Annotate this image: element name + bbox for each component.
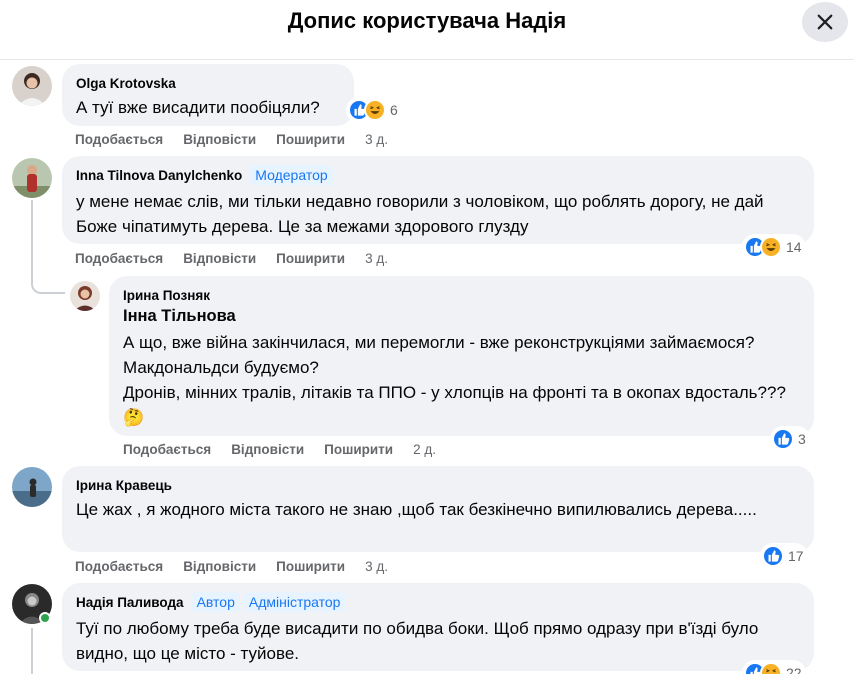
comment-timestamp[interactable]: 3 д.	[365, 132, 388, 147]
reaction-summary[interactable]: 14	[742, 234, 806, 260]
like-button[interactable]: Подобається	[75, 559, 163, 574]
online-status-indicator	[39, 612, 51, 624]
comment-timestamp[interactable]: 2 д.	[413, 442, 436, 457]
comment-text-line-2: Дронів, мінних тралів, літаків та ППО - …	[123, 383, 786, 427]
haha-icon	[760, 236, 782, 258]
comment-bubble: Ірина Позняк Інна Тільнова А що, вже вій…	[109, 276, 814, 436]
reply-button[interactable]: Відповісти	[183, 132, 256, 147]
reaction-count: 3	[798, 431, 806, 447]
comment-timestamp[interactable]: 3 д.	[365, 559, 388, 574]
reply-button[interactable]: Відповісти	[183, 251, 256, 266]
reaction-count: 6	[390, 102, 398, 118]
comment-text: Туї по любому треба буде висадити по оби…	[76, 619, 759, 663]
author-badge[interactable]: Автор	[191, 592, 240, 612]
share-button[interactable]: Поширити	[276, 251, 345, 266]
comment-actions: Подобається Відповісти Поширити 3 д.	[75, 249, 388, 267]
reaction-summary[interactable]: 6	[346, 97, 402, 123]
comment-author[interactable]: Надія Паливода	[76, 595, 184, 610]
comment-text: у мене немає слів, ми тільки недавно гов…	[76, 192, 764, 236]
avatar[interactable]	[70, 281, 100, 311]
reaction-summary[interactable]: 3	[770, 426, 810, 452]
reaction-count: 17	[788, 548, 804, 564]
comment-bubble: Ірина Кравець Це жах , я жодного міста т…	[62, 466, 814, 552]
avatar[interactable]	[12, 158, 52, 198]
admin-badge[interactable]: Адміністратор	[243, 592, 346, 612]
like-button[interactable]: Подобається	[75, 132, 163, 147]
reaction-count: 14	[786, 239, 802, 255]
like-button[interactable]: Подобається	[75, 251, 163, 266]
close-icon	[817, 14, 833, 30]
post-dialog-header: Допис користувача Надія	[0, 0, 854, 60]
reply-button[interactable]: Відповісти	[183, 559, 256, 574]
moderator-badge[interactable]: Модератор	[250, 165, 333, 185]
reaction-count: 22	[786, 665, 802, 674]
reaction-summary[interactable]: 17	[760, 543, 808, 569]
comment-author[interactable]: Olga Krotovska	[76, 76, 176, 91]
comment-author[interactable]: Ірина Кравець	[76, 478, 172, 493]
thread-connector	[31, 628, 33, 674]
haha-icon	[760, 662, 782, 674]
share-button[interactable]: Поширити	[276, 559, 345, 574]
comment-timestamp[interactable]: 3 д.	[365, 251, 388, 266]
comment-author[interactable]: Ірина Позняк	[123, 288, 210, 303]
mention-link[interactable]: Інна Тільнова	[123, 307, 800, 326]
comment-actions: Подобається Відповісти Поширити 3 д.	[75, 557, 388, 575]
comment-bubble: Olga Krotovska А туї вже висадити пообіц…	[62, 64, 354, 126]
comment-text: Це жах , я жодного міста такого не знаю …	[76, 500, 757, 519]
avatar[interactable]	[12, 66, 52, 106]
comment-bubble: Inna Tilnova Danylchenko Модератор у мен…	[62, 156, 814, 244]
thread-connector-hook	[31, 270, 65, 294]
comment-actions: Подобається Відповісти Поширити 3 д.	[75, 130, 388, 148]
comment-actions: Подобається Відповісти Поширити 2 д.	[123, 440, 436, 458]
comment-text-line-1: А що, вже війна закінчилася, ми перемогл…	[123, 333, 755, 377]
haha-icon	[364, 99, 386, 121]
close-button[interactable]	[802, 2, 848, 42]
comment-text: А туї вже висадити пообіцяли?	[76, 98, 320, 117]
share-button[interactable]: Поширити	[324, 442, 393, 457]
dialog-title: Допис користувача Надія	[287, 8, 567, 33]
share-button[interactable]: Поширити	[276, 132, 345, 147]
reply-button[interactable]: Відповісти	[231, 442, 304, 457]
reaction-summary[interactable]: 22	[742, 660, 806, 674]
like-icon	[772, 428, 794, 450]
like-button[interactable]: Подобається	[123, 442, 211, 457]
thread-connector	[31, 200, 33, 280]
comment-bubble: Надія Паливода Автор Адміністратор Туї п…	[62, 583, 814, 671]
avatar[interactable]	[12, 467, 52, 507]
like-icon	[762, 545, 784, 567]
comment-author[interactable]: Inna Tilnova Danylchenko	[76, 168, 242, 183]
